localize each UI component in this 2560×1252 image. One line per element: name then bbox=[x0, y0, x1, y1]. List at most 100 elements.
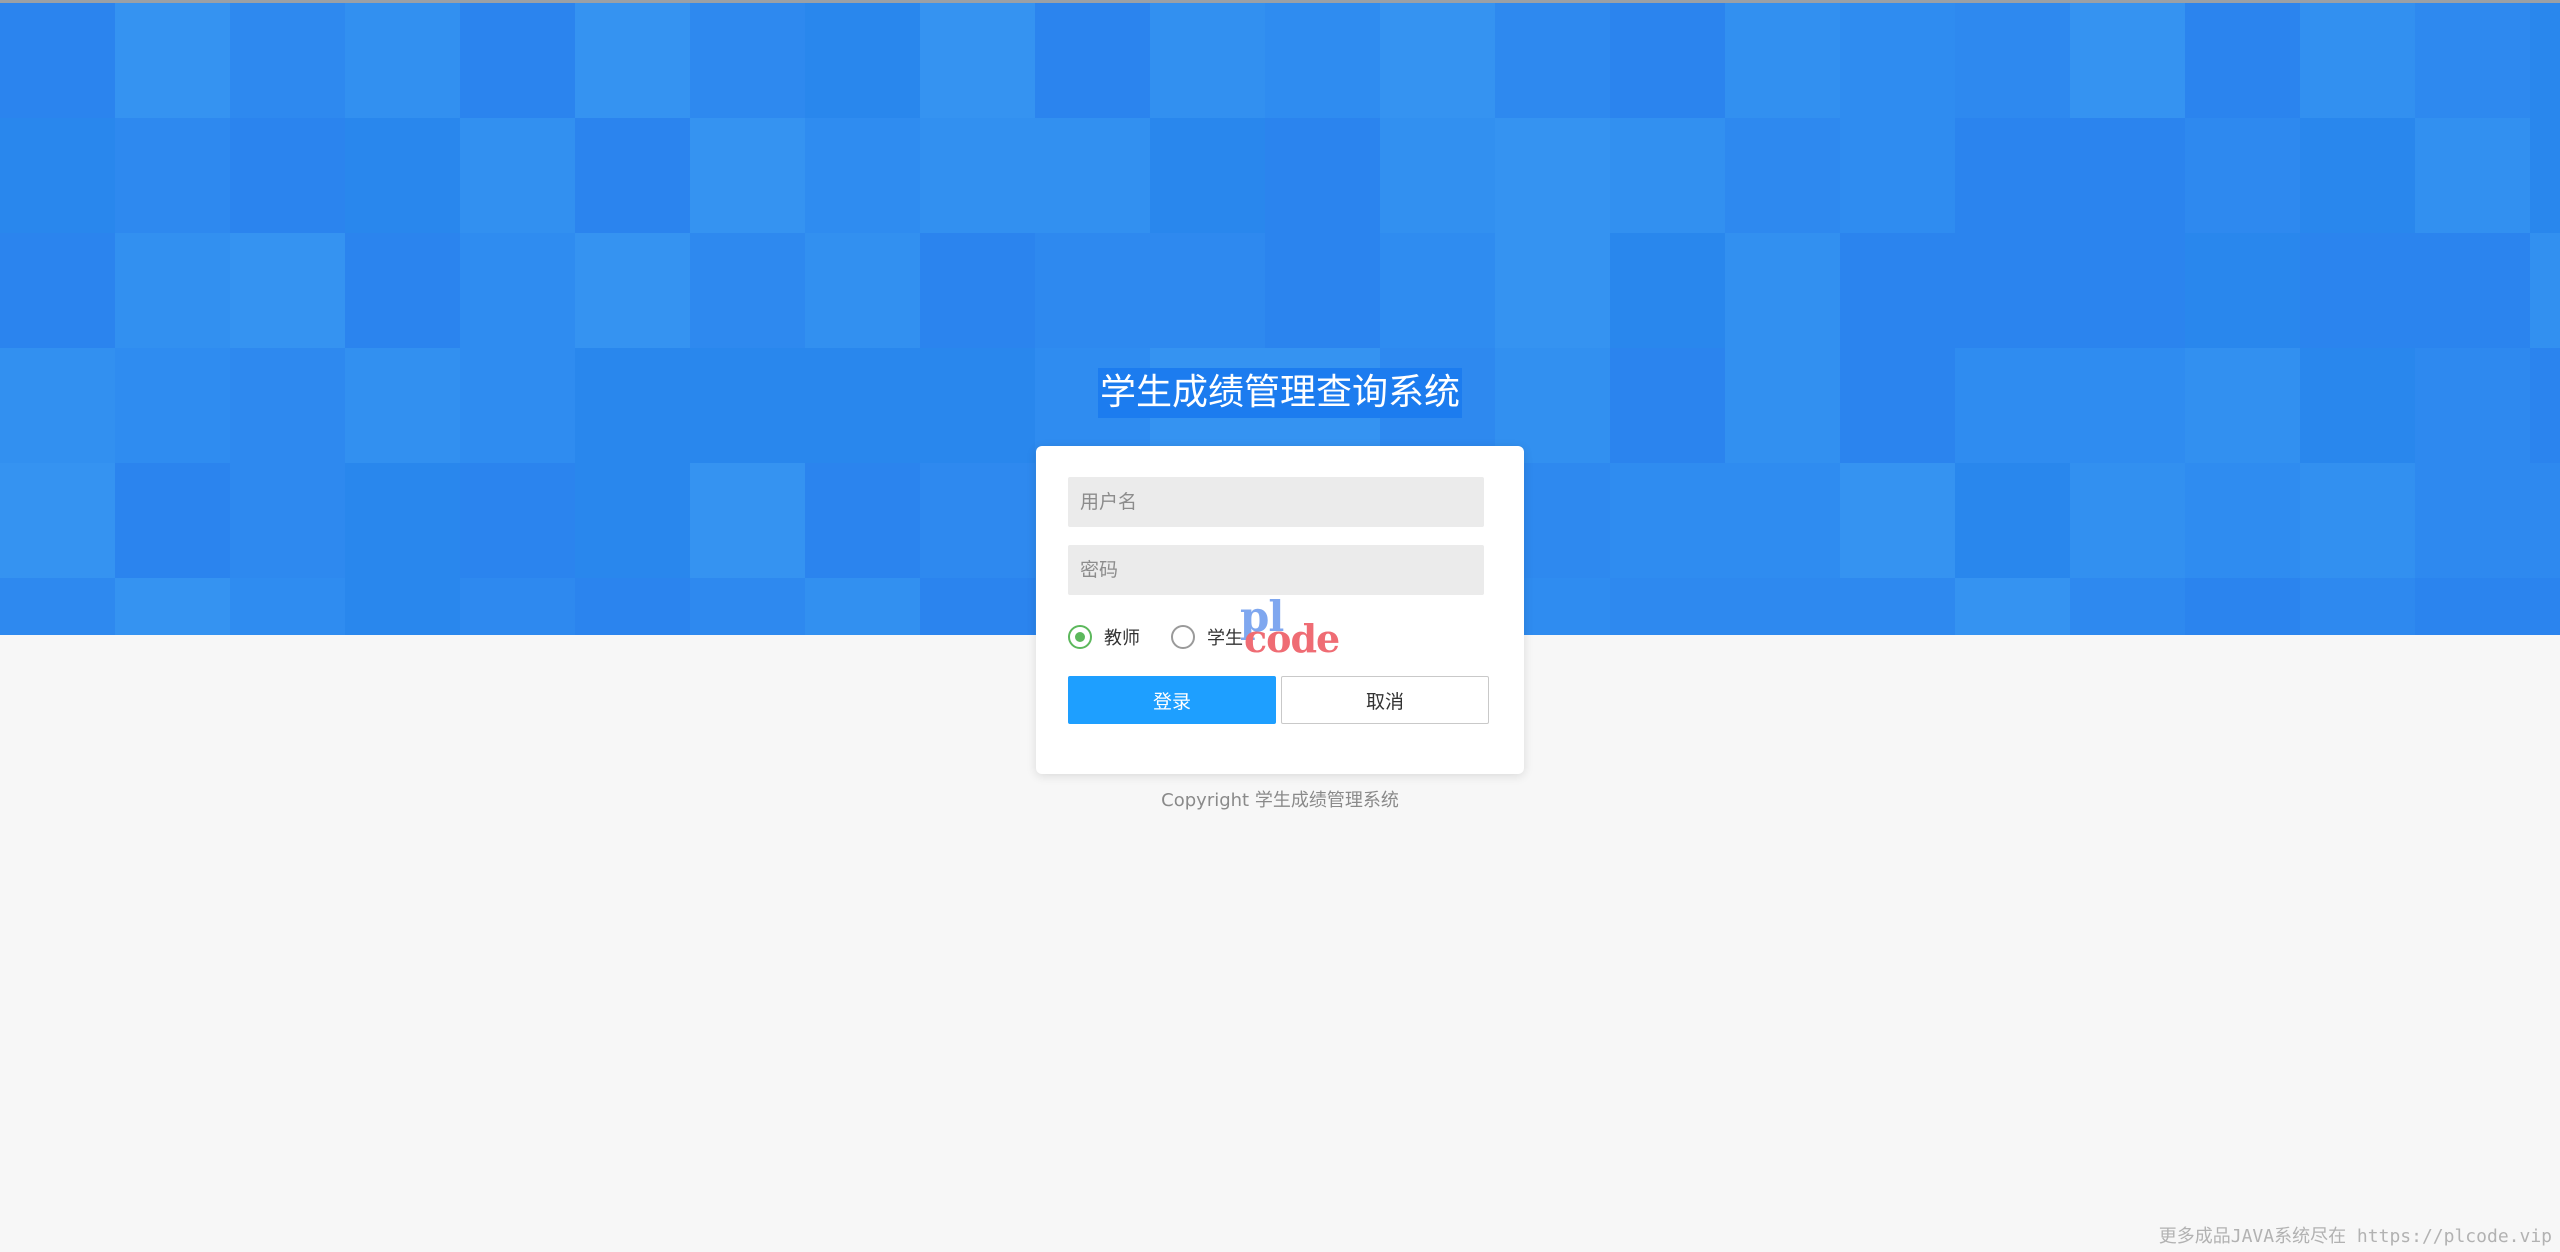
hero-tile bbox=[2415, 348, 2530, 463]
hero-tile bbox=[0, 3, 115, 118]
hero-tile bbox=[1840, 3, 1955, 118]
hero-tile bbox=[1495, 233, 1610, 348]
hero-tile bbox=[920, 233, 1035, 348]
teacher-label: 教师 bbox=[1104, 628, 1140, 649]
hero-tile bbox=[2185, 233, 2300, 348]
hero-tile bbox=[345, 463, 460, 578]
hero-tile bbox=[1035, 233, 1150, 348]
hero-tile bbox=[115, 578, 230, 635]
hero-tile bbox=[1035, 3, 1150, 118]
hero-tile bbox=[1265, 118, 1380, 233]
hero-tile bbox=[1610, 233, 1725, 348]
hero-tile bbox=[1035, 118, 1150, 233]
hero-tile bbox=[690, 463, 805, 578]
hero-tile bbox=[1725, 348, 1840, 463]
hero-tile bbox=[2070, 348, 2185, 463]
hero-tile bbox=[2185, 118, 2300, 233]
hero-tile bbox=[2300, 348, 2415, 463]
hero-tile bbox=[1610, 463, 1725, 578]
hero-tile bbox=[805, 348, 920, 463]
hero-tile bbox=[805, 578, 920, 635]
hero-tile bbox=[230, 578, 345, 635]
hero-tile bbox=[0, 118, 115, 233]
hero-tile bbox=[575, 233, 690, 348]
hero-tile bbox=[1725, 3, 1840, 118]
hero-tile bbox=[2415, 3, 2530, 118]
teacher-radio[interactable] bbox=[1068, 625, 1092, 649]
hero-tile bbox=[920, 463, 1035, 578]
watermark-text: 更多成品JAVA系统尽在 https://plcode.vip bbox=[2158, 1226, 2552, 1247]
hero-tile bbox=[1955, 578, 2070, 635]
hero-tile bbox=[1150, 233, 1265, 348]
hero-tile bbox=[230, 463, 345, 578]
hero-tile bbox=[1610, 118, 1725, 233]
hero-tile bbox=[460, 233, 575, 348]
hero-tile bbox=[345, 3, 460, 118]
password-input[interactable] bbox=[1068, 545, 1484, 595]
hero-tile bbox=[1610, 578, 1725, 635]
hero-tile bbox=[575, 463, 690, 578]
hero-tile bbox=[230, 348, 345, 463]
hero-tile bbox=[1840, 118, 1955, 233]
student-radio[interactable] bbox=[1171, 625, 1195, 649]
hero-tile bbox=[2070, 118, 2185, 233]
hero-tile bbox=[1725, 578, 1840, 635]
hero-tile bbox=[345, 118, 460, 233]
hero-tile bbox=[805, 3, 920, 118]
hero-tile bbox=[2185, 3, 2300, 118]
hero-tile bbox=[1955, 118, 2070, 233]
hero-tile bbox=[1380, 233, 1495, 348]
student-label: 学生 bbox=[1207, 628, 1243, 649]
hero-tile bbox=[460, 3, 575, 118]
hero-tile bbox=[2070, 233, 2185, 348]
hero-tile bbox=[2415, 118, 2530, 233]
hero-tile bbox=[690, 118, 805, 233]
role-teacher-option[interactable]: 教师 bbox=[1068, 622, 1140, 652]
hero-tile bbox=[805, 118, 920, 233]
hero-tile bbox=[115, 3, 230, 118]
hero-tile bbox=[1725, 233, 1840, 348]
hero-tile bbox=[460, 348, 575, 463]
hero-tile bbox=[805, 463, 920, 578]
hero-tile bbox=[460, 118, 575, 233]
hero-tile bbox=[2415, 233, 2530, 348]
hero-tile bbox=[115, 233, 230, 348]
cancel-button[interactable]: 取消 bbox=[1281, 676, 1489, 724]
hero-tile bbox=[920, 118, 1035, 233]
hero-tile bbox=[2300, 463, 2415, 578]
hero-tile bbox=[575, 578, 690, 635]
hero-tile bbox=[0, 233, 115, 348]
hero-tile bbox=[2530, 118, 2560, 233]
hero-tile bbox=[2415, 578, 2530, 635]
hero-tile bbox=[0, 578, 115, 635]
hero-tile bbox=[2185, 578, 2300, 635]
hero-tile bbox=[230, 233, 345, 348]
hero-tile bbox=[2530, 233, 2560, 348]
hero-tile bbox=[690, 233, 805, 348]
hero-tile bbox=[1380, 3, 1495, 118]
hero-tile bbox=[920, 3, 1035, 118]
hero-tile bbox=[2530, 463, 2560, 578]
hero-tile bbox=[1495, 3, 1610, 118]
hero-tile bbox=[805, 233, 920, 348]
hero-tile bbox=[1610, 3, 1725, 118]
hero-tile bbox=[1725, 118, 1840, 233]
hero-tile bbox=[460, 463, 575, 578]
hero-tile bbox=[1265, 233, 1380, 348]
hero-tile bbox=[115, 348, 230, 463]
username-input[interactable] bbox=[1068, 477, 1484, 527]
hero-tile bbox=[575, 348, 690, 463]
copyright-text: Copyright 学生成绩管理系统 bbox=[1161, 790, 1399, 811]
hero-tile bbox=[690, 348, 805, 463]
hero-tile bbox=[1380, 118, 1495, 233]
hero-tile bbox=[1840, 348, 1955, 463]
hero-tile bbox=[345, 233, 460, 348]
login-card: 教师 学生 登录 取消 bbox=[1036, 446, 1524, 774]
login-button[interactable]: 登录 bbox=[1068, 676, 1276, 724]
hero-tile bbox=[2300, 118, 2415, 233]
hero-tile bbox=[2300, 233, 2415, 348]
hero-tile bbox=[345, 578, 460, 635]
hero-tile bbox=[230, 3, 345, 118]
role-student-option[interactable]: 学生 bbox=[1171, 622, 1243, 652]
hero-tile bbox=[2530, 348, 2560, 463]
